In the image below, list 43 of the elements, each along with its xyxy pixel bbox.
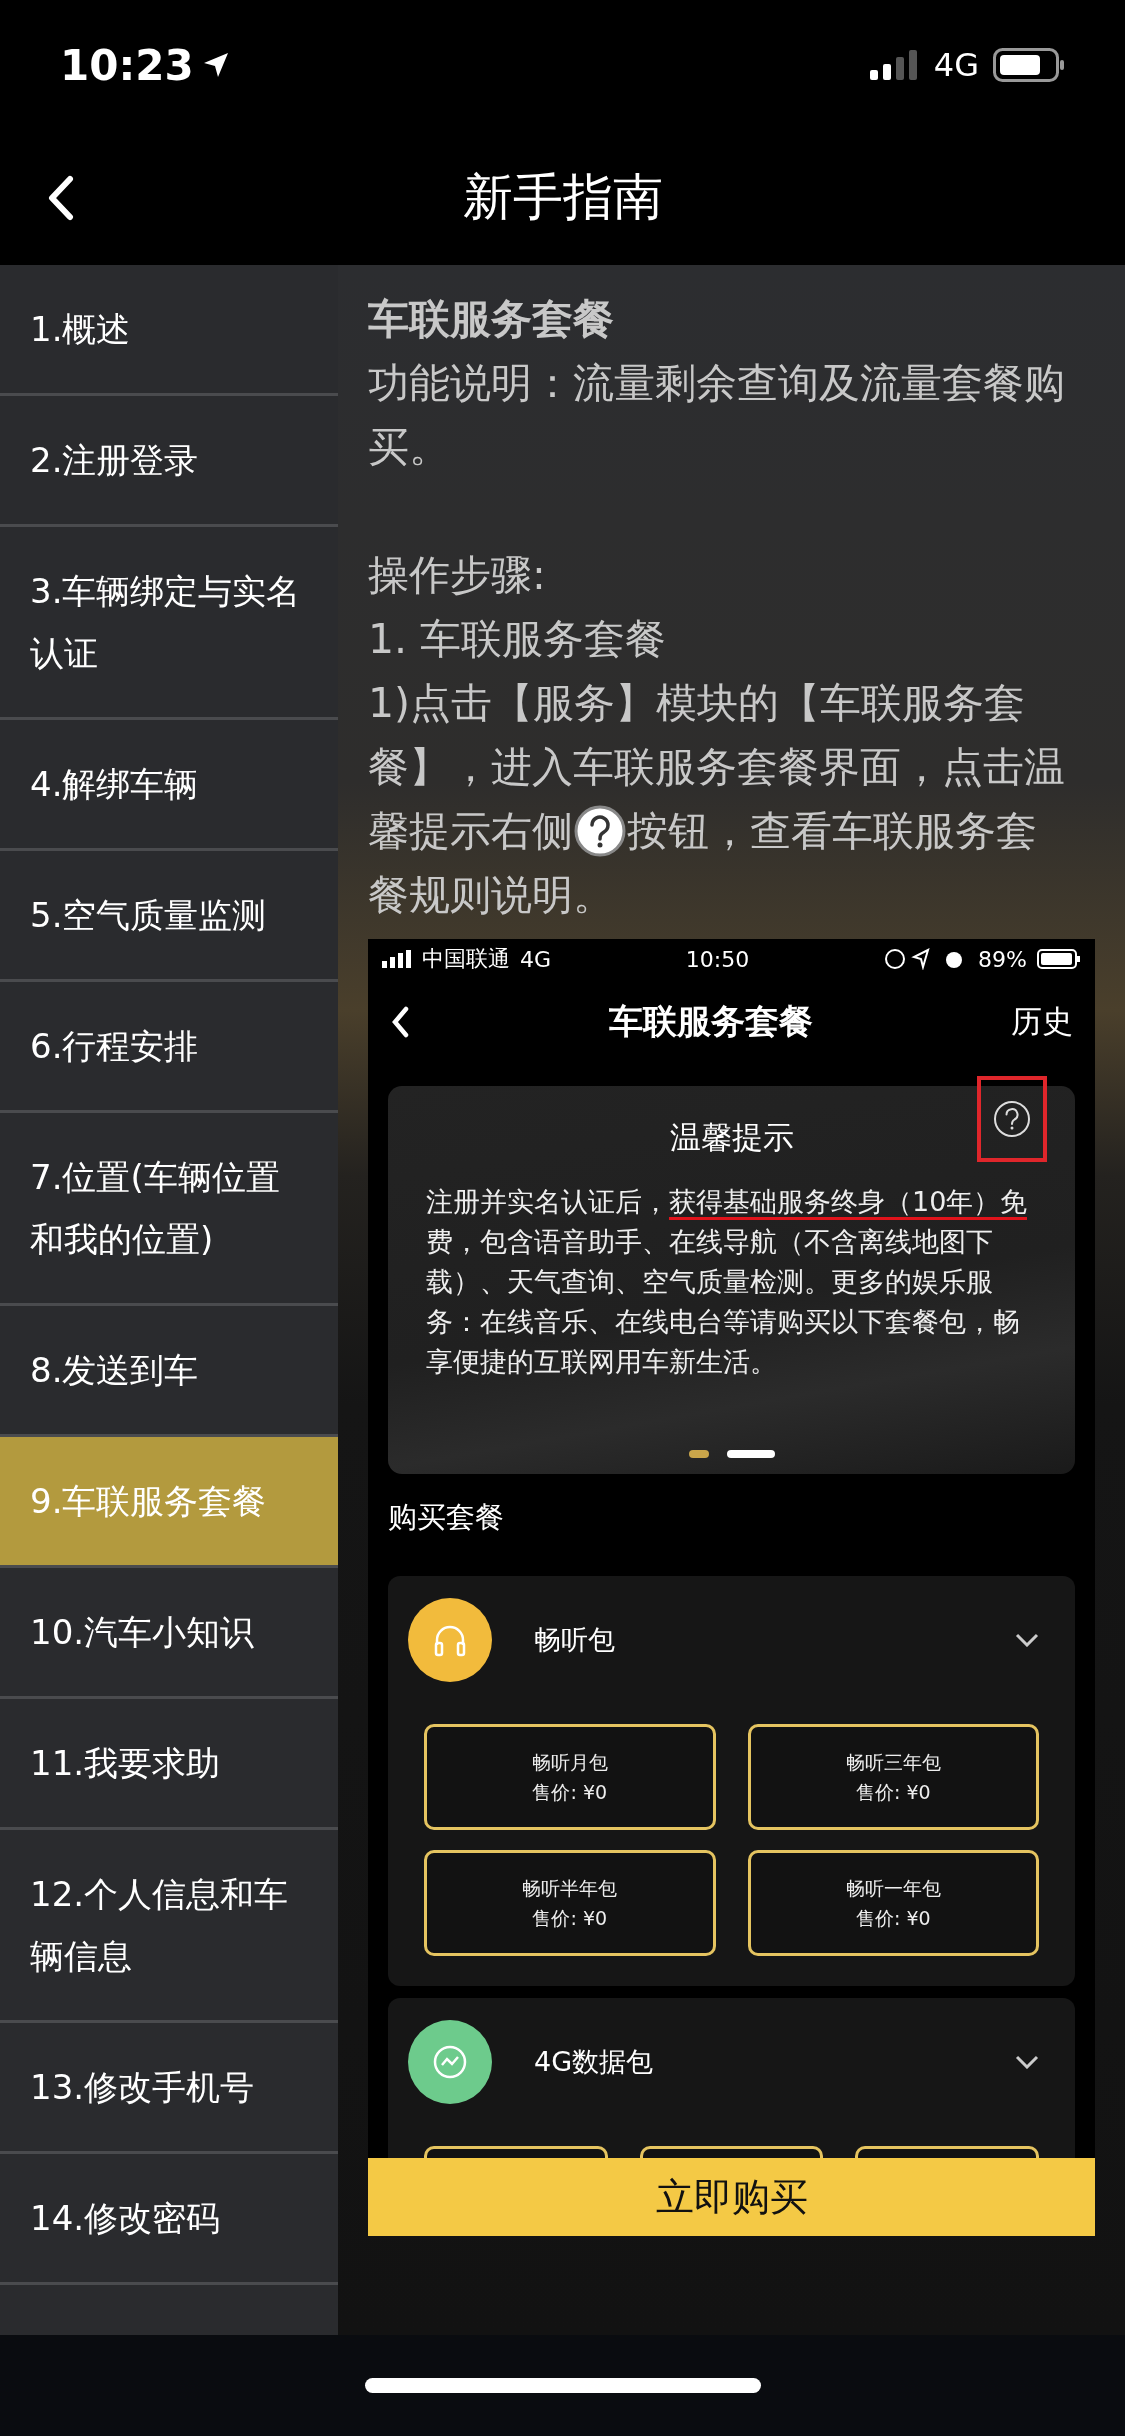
network-label: 4G [520,946,552,972]
back-icon[interactable] [390,1005,410,1038]
battery-icon [993,48,1065,82]
chevron-down-icon[interactable] [1015,1633,1039,1647]
page-title: 新手指南 [462,167,663,228]
package-option[interactable]: 畅听月包 售价: ¥0 [424,1724,716,1830]
package-option[interactable] [855,2146,1039,2158]
chart-icon [432,2044,468,2080]
steps-label: 操作步骤: [368,550,547,601]
chevron-down-icon[interactable] [1015,2055,1039,2069]
clock-time: 10:50 [685,946,750,972]
step-text: 1)点击【服务】模块的【车联服务套 [368,678,1026,729]
signal-icon [869,50,920,80]
package-option[interactable]: 畅听三年包 售价: ¥0 [747,1724,1039,1830]
package-option[interactable] [424,2146,608,2158]
help-button[interactable] [977,1076,1047,1162]
help-icon [573,804,627,858]
headphones-icon [432,1623,468,1657]
help-icon [992,1099,1032,1139]
package-option[interactable]: 畅听一年包 售价: ¥0 [747,1850,1039,1956]
network-label: 4G [933,46,979,84]
step-text: 按钮，查看车联服务套 [627,806,1037,857]
carrier-label: 中国联通 [422,945,510,973]
package-option[interactable] [639,2146,824,2158]
section-label: 购买套餐 [388,1500,504,1534]
history-link[interactable]: 历史 [1011,1000,1073,1043]
step-title: 1. 车联服务套餐 [368,614,668,665]
battery-percent: 89% [978,946,1027,972]
signal-icon [382,950,412,968]
buy-now-button[interactable]: 立即购买 [368,2158,1095,2236]
section-heading: 车联服务套餐 [368,294,615,345]
clock-time: 10:23 [60,40,194,90]
step-text: 餐】，进入车联服务套餐界面，点击温 [368,742,1065,793]
notice-text: 注册并实名认证后，获得基础服务终身（10年）免 费，包含语音助手、在线导航（不含离线地图下载）、天气查询、空气质量检测。更多的娱乐服务：在线音乐、在线电台等请购买以下套餐包，畅享便捷的互联网用车新生活。 [426,1185,1029,1379]
package-name: 4G数据包 [534,2045,655,2079]
package-option[interactable]: 畅听半年包 售价: ¥0 [424,1850,716,1956]
battery-icon [1037,949,1081,969]
screen-title: 车联服务套餐 [608,999,813,1043]
description-text: 功能说明：流量剩余查询及流量套餐购买。 [368,358,1066,473]
step-text: 馨提示右侧 [368,806,573,857]
step-text: 餐规则说明。 [368,870,614,921]
package-name: 畅听包 [534,1623,616,1657]
notice-title: 温馨提示 [669,1119,794,1155]
